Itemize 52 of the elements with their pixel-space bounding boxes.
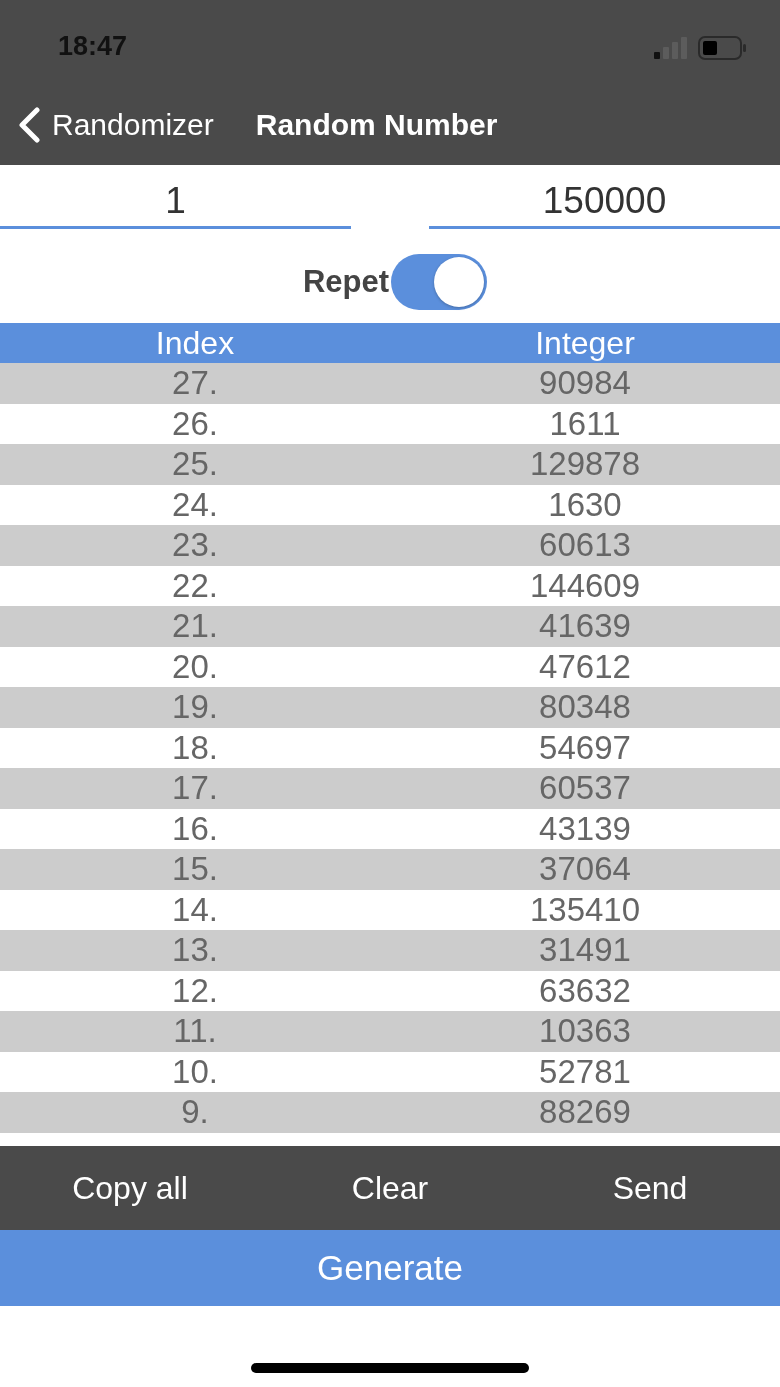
integer-cell-text: 60613	[539, 525, 631, 565]
integer-cell: 43139	[539, 808, 631, 849]
integer-cell: 63632	[539, 970, 631, 1011]
integer-cell-text: 31491	[539, 930, 631, 970]
back-chevron-icon	[18, 107, 40, 143]
back-button[interactable]: Randomizer	[18, 107, 214, 143]
integer-cell-text: 10363	[539, 1011, 631, 1051]
index-cell-text: 19.	[172, 687, 218, 727]
integer-cell: 135410	[529, 889, 641, 930]
integer-cell: 1611	[549, 403, 621, 444]
integer-cell-text: 129878	[529, 444, 641, 484]
integer-cell: 54697	[539, 727, 631, 768]
index-cell-text: 23.	[172, 525, 218, 565]
index-cell-text: 13.	[172, 930, 218, 970]
index-cell-text: 25.	[172, 444, 218, 484]
index-cell: 26.	[172, 403, 218, 444]
column-header: Index	[155, 324, 235, 363]
repeat-label: Repet	[302, 263, 390, 300]
min-field[interactable]: 1	[0, 175, 351, 229]
index-cell-text: 15.	[172, 849, 218, 889]
integer-cell: 1630	[548, 484, 622, 525]
index-cell: 18.	[172, 727, 218, 768]
index-cell: 24.	[172, 484, 218, 525]
integer-cell-text: 41639	[539, 606, 631, 646]
cellular-signal-icon	[654, 37, 688, 59]
index-cell-text: 9.	[181, 1092, 209, 1132]
status-time: 18:47	[58, 30, 128, 63]
index-cell: 14.	[172, 889, 218, 930]
column-header: Integer	[535, 324, 635, 363]
max-field[interactable]: 150000	[429, 175, 780, 229]
index-cell-text: 21.	[172, 606, 218, 646]
integer-cell: 144609	[529, 565, 641, 606]
index-cell-text: 27.	[172, 363, 218, 403]
index-cell: 10.	[172, 1051, 218, 1092]
battery-icon	[698, 36, 746, 60]
integer-cell-text: 88269	[539, 1092, 631, 1132]
integer-cell-text: 90984	[539, 363, 631, 403]
toolbar-button[interactable]: Copy all	[68, 1163, 192, 1213]
index-cell-text: 17.	[172, 768, 218, 808]
index-cell: 12.	[172, 970, 218, 1011]
index-cell: 22.	[172, 565, 218, 606]
toolbar-button[interactable]: Clear	[347, 1163, 433, 1213]
index-cell: 16.	[172, 808, 218, 849]
index-cell-text: 11.	[173, 1011, 217, 1051]
page-title: Random Number	[255, 108, 498, 142]
integer-cell: 47612	[539, 646, 631, 687]
integer-cell-text: 37064	[539, 849, 631, 889]
integer-cell-text: 80348	[539, 687, 631, 727]
integer-cell: 52781	[539, 1051, 631, 1092]
integer-cell-text: 60537	[539, 768, 631, 808]
index-cell: 20.	[172, 646, 218, 687]
toolbar-button[interactable]: Send	[608, 1163, 692, 1213]
